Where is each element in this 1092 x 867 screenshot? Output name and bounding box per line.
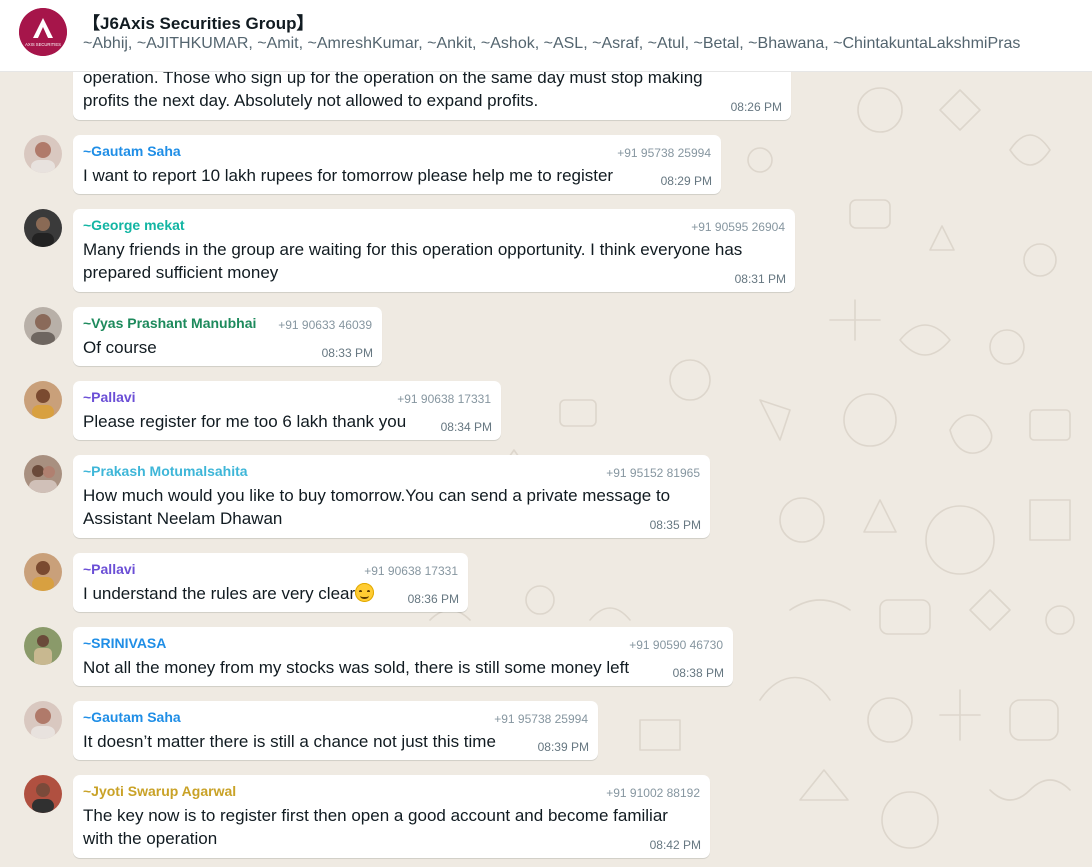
message-text: Many friends in the group are waiting fo…: [83, 240, 743, 282]
message-time: 08:39 PM: [537, 740, 589, 754]
sender-phone: +91 90590 46730: [629, 638, 723, 652]
person-avatar-icon: [24, 135, 62, 173]
message-bubble[interactable]: ~Prakash Motumalsahita +91 95152 81965 H…: [73, 455, 710, 538]
message-text: Please register for me too 6 lakh thank …: [83, 412, 407, 431]
sender-phone: +91 90633 46039: [278, 318, 372, 332]
message-time: 08:31 PM: [734, 272, 786, 286]
message-text: operation. Those who sign up for the ope…: [83, 68, 703, 110]
chat-header[interactable]: AXIS SECURITIES 【J6Axis Securities Group…: [0, 0, 1092, 72]
person-avatar-icon: [24, 381, 62, 419]
message-bubble[interactable]: ~SRINIVASA +91 90590 46730 Not all the m…: [73, 627, 733, 686]
sender-phone: +91 91002 88192: [606, 786, 700, 800]
message-bubble[interactable]: ~Jyoti Swarup Agarwal +91 91002 88192 Th…: [73, 775, 710, 858]
message-text: I want to report 10 lakh rupees for tomo…: [83, 166, 614, 185]
message-time: 08:26 PM: [730, 100, 782, 114]
sender-avatar[interactable]: [24, 209, 62, 247]
message-time: 08:33 PM: [321, 346, 373, 360]
sender-avatar[interactable]: [24, 775, 62, 813]
message-time: 08:35 PM: [649, 518, 701, 532]
person-avatar-icon: [24, 553, 62, 591]
message-list[interactable]: operation. Those who sign up for the ope…: [0, 0, 1092, 867]
message-time: 08:38 PM: [672, 666, 724, 680]
message-text: I understand the rules are very clear: [83, 582, 375, 605]
message-bubble[interactable]: ~Gautam Saha +91 95738 25994 It doesn’t …: [73, 701, 598, 760]
message-bubble[interactable]: ~Pallavi +91 90638 17331 Please register…: [73, 381, 501, 440]
group-title: 【J6Axis Securities Group】: [83, 14, 314, 33]
sender-name[interactable]: ~Vyas Prashant Manubhai: [83, 315, 256, 331]
sender-name[interactable]: ~George mekat: [83, 217, 185, 233]
person-avatar-icon: [24, 627, 62, 665]
message-text: How much would you like to buy tomorrow.…: [83, 486, 671, 528]
sender-phone: +91 90638 17331: [364, 564, 458, 578]
person-avatar-icon: [24, 307, 62, 345]
sender-name[interactable]: ~Jyoti Swarup Agarwal: [83, 783, 236, 799]
person-avatar-icon: [24, 455, 62, 493]
sender-name[interactable]: ~Gautam Saha: [83, 709, 181, 725]
message-time: 08:34 PM: [440, 420, 492, 434]
sender-avatar[interactable]: [24, 553, 62, 591]
group-avatar[interactable]: AXIS SECURITIES: [19, 8, 67, 56]
sender-phone: +91 95738 25994: [494, 712, 588, 726]
sender-avatar[interactable]: [24, 627, 62, 665]
person-avatar-icon: [24, 209, 62, 247]
message-bubble[interactable]: ~Gautam Saha +91 95738 25994 I want to r…: [73, 135, 721, 194]
message-text: Not all the money from my stocks was sol…: [83, 658, 630, 677]
message-text: It doesn’t matter there is still a chanc…: [83, 732, 496, 751]
group-members-list: ~Abhij, ~AJITHKUMAR, ~Amit, ~AmreshKumar…: [83, 35, 1021, 52]
message-time: 08:42 PM: [649, 838, 701, 852]
message-text: Of course: [83, 338, 157, 357]
axis-logo-icon: AXIS SECURITIES: [19, 8, 67, 56]
sender-avatar[interactable]: [24, 455, 62, 493]
sender-avatar[interactable]: [24, 701, 62, 739]
sender-avatar[interactable]: [24, 307, 62, 345]
sender-name[interactable]: ~Pallavi: [83, 389, 136, 405]
person-avatar-icon: [24, 775, 62, 813]
message-time: 08:29 PM: [660, 174, 712, 188]
message-bubble[interactable]: ~Vyas Prashant Manubhai +91 90633 46039 …: [73, 307, 382, 366]
sender-name[interactable]: ~Gautam Saha: [83, 143, 181, 159]
message-time: 08:36 PM: [407, 592, 459, 606]
sender-name[interactable]: ~Prakash Motumalsahita: [83, 463, 248, 479]
message-bubble[interactable]: ~George mekat +91 90595 26904 Many frien…: [73, 209, 795, 292]
sender-avatar[interactable]: [24, 381, 62, 419]
sender-name[interactable]: ~Pallavi: [83, 561, 136, 577]
sender-phone: +91 90638 17331: [397, 392, 491, 406]
sender-name[interactable]: ~SRINIVASA: [83, 635, 166, 651]
person-avatar-icon: [24, 701, 62, 739]
sender-phone: +91 90595 26904: [691, 220, 785, 234]
sender-phone: +91 95738 25994: [617, 146, 711, 160]
sender-phone: +91 95152 81965: [606, 466, 700, 480]
sender-avatar[interactable]: [24, 135, 62, 173]
svg-text:AXIS SECURITIES: AXIS SECURITIES: [25, 42, 61, 47]
message-text: The key now is to register first then op…: [83, 806, 668, 848]
message-bubble[interactable]: ~Pallavi +91 90638 17331 I understand th…: [73, 553, 468, 612]
smiling-face-icon: [355, 583, 375, 602]
